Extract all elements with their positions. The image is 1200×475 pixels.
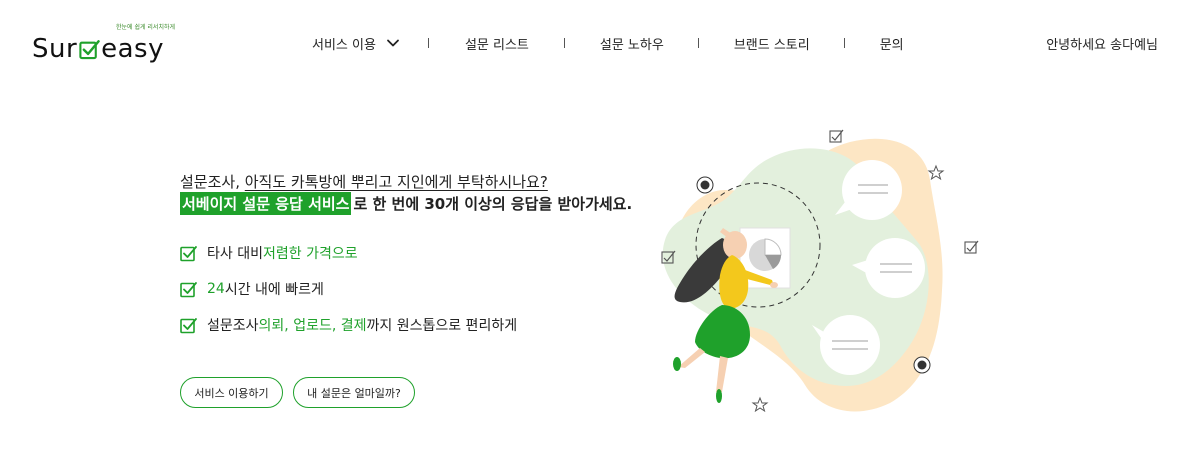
logo-tagline: 한눈에 쉽게 리서치하게 bbox=[116, 24, 176, 31]
cta-buttons: 서비스 이용하기 내 설문은 얼마일까? bbox=[180, 377, 415, 408]
nav-item-service[interactable]: 서비스 이용 bbox=[312, 34, 400, 53]
checkbox-check-icon bbox=[180, 317, 197, 333]
nav-divider bbox=[427, 38, 429, 48]
hero-question: 설문조사, 아직도 카톡방에 뿌리고 지인에게 부탁하시나요? bbox=[180, 171, 548, 192]
nav-item-brand-story[interactable]: 브랜드 스토리 bbox=[734, 34, 810, 53]
nav-divider bbox=[563, 38, 565, 48]
checkbox-check-icon bbox=[829, 129, 844, 143]
nav-item-label: 서비스 이용 bbox=[312, 37, 376, 53]
nav-item-survey-knowhow[interactable]: 설문 노하우 bbox=[600, 34, 664, 53]
surveasy-logo[interactable]: Sur easy 한눈에 쉽게 리서치하게 bbox=[32, 22, 175, 64]
user-greeting[interactable]: 안녕하세요 송다예님 bbox=[1046, 34, 1158, 53]
nav-item-label: 설문 리스트 bbox=[464, 37, 529, 53]
nav-divider bbox=[697, 38, 699, 48]
feature-text: 설문조사 bbox=[207, 318, 259, 334]
nav-item-label: 문의 bbox=[879, 37, 904, 53]
nav-divider bbox=[843, 38, 845, 48]
checkbox-check-icon bbox=[964, 240, 979, 254]
hero-headline-rest: 로 한 번에 30개 이상의 응답을 받아가세요. bbox=[353, 195, 633, 213]
logo-text-easy: easy bbox=[101, 34, 164, 64]
nav-item-label: 설문 노하우 bbox=[599, 37, 664, 53]
logo-check-icon bbox=[79, 40, 100, 60]
hero-headline: 서베이지 설문 응답 서비스 로 한 번에 30개 이상의 응답을 받아가세요. bbox=[180, 192, 632, 215]
main-nav: 서비스 이용 설문 리스트 설문 노하우 브랜드 스토리 문의 bbox=[312, 34, 904, 53]
hero-highlight: 서베이지 설문 응답 서비스 bbox=[180, 192, 352, 215]
target-dot-icon bbox=[696, 176, 714, 194]
site-header: Sur easy 한눈에 쉽게 리서치하게 서비스 이용 설문 리스트 설문 노… bbox=[0, 0, 1200, 86]
checkbox-check-icon bbox=[180, 281, 197, 297]
feature-text: 타사 대비 bbox=[207, 246, 263, 262]
use-service-button[interactable]: 서비스 이용하기 bbox=[180, 377, 283, 408]
nav-item-contact[interactable]: 문의 bbox=[880, 34, 904, 53]
nav-item-label: 브랜드 스토리 bbox=[733, 37, 810, 53]
feature-highlight: 저렴한 가격으로 bbox=[262, 246, 358, 262]
feature-item: 타사 대비 저렴한 가격으로 bbox=[180, 242, 517, 264]
feature-item: 24 시간 내에 빠르게 bbox=[180, 278, 517, 300]
target-dot-icon bbox=[913, 356, 931, 374]
hero-illustration bbox=[661, 129, 979, 413]
hero-question-underlined: 아직도 카톡방에 뿌리고 지인에게 부탁하시나요? bbox=[244, 173, 548, 191]
star-icon bbox=[751, 396, 769, 413]
star-icon bbox=[927, 164, 945, 181]
price-check-button[interactable]: 내 설문은 얼마일까? bbox=[293, 377, 415, 408]
hero-question-prefix: 설문조사, bbox=[180, 173, 245, 191]
feature-list: 타사 대비 저렴한 가격으로 24 시간 내에 빠르게 설문조사 의뢰, 업로드… bbox=[180, 242, 517, 350]
feature-item: 설문조사 의뢰, 업로드, 결제 까지 원스톱으로 편리하게 bbox=[180, 314, 517, 336]
feature-highlight: 24 bbox=[207, 281, 225, 297]
nav-item-survey-list[interactable]: 설문 리스트 bbox=[465, 34, 529, 53]
feature-text: 시간 내에 빠르게 bbox=[224, 282, 324, 298]
feature-text: 까지 원스톱으로 편리하게 bbox=[366, 318, 518, 334]
logo-text-sur: Sur bbox=[32, 34, 78, 64]
feature-highlight: 의뢰, 업로드, 결제 bbox=[258, 318, 367, 334]
chevron-down-icon bbox=[387, 39, 399, 47]
checkbox-check-icon bbox=[180, 245, 197, 261]
